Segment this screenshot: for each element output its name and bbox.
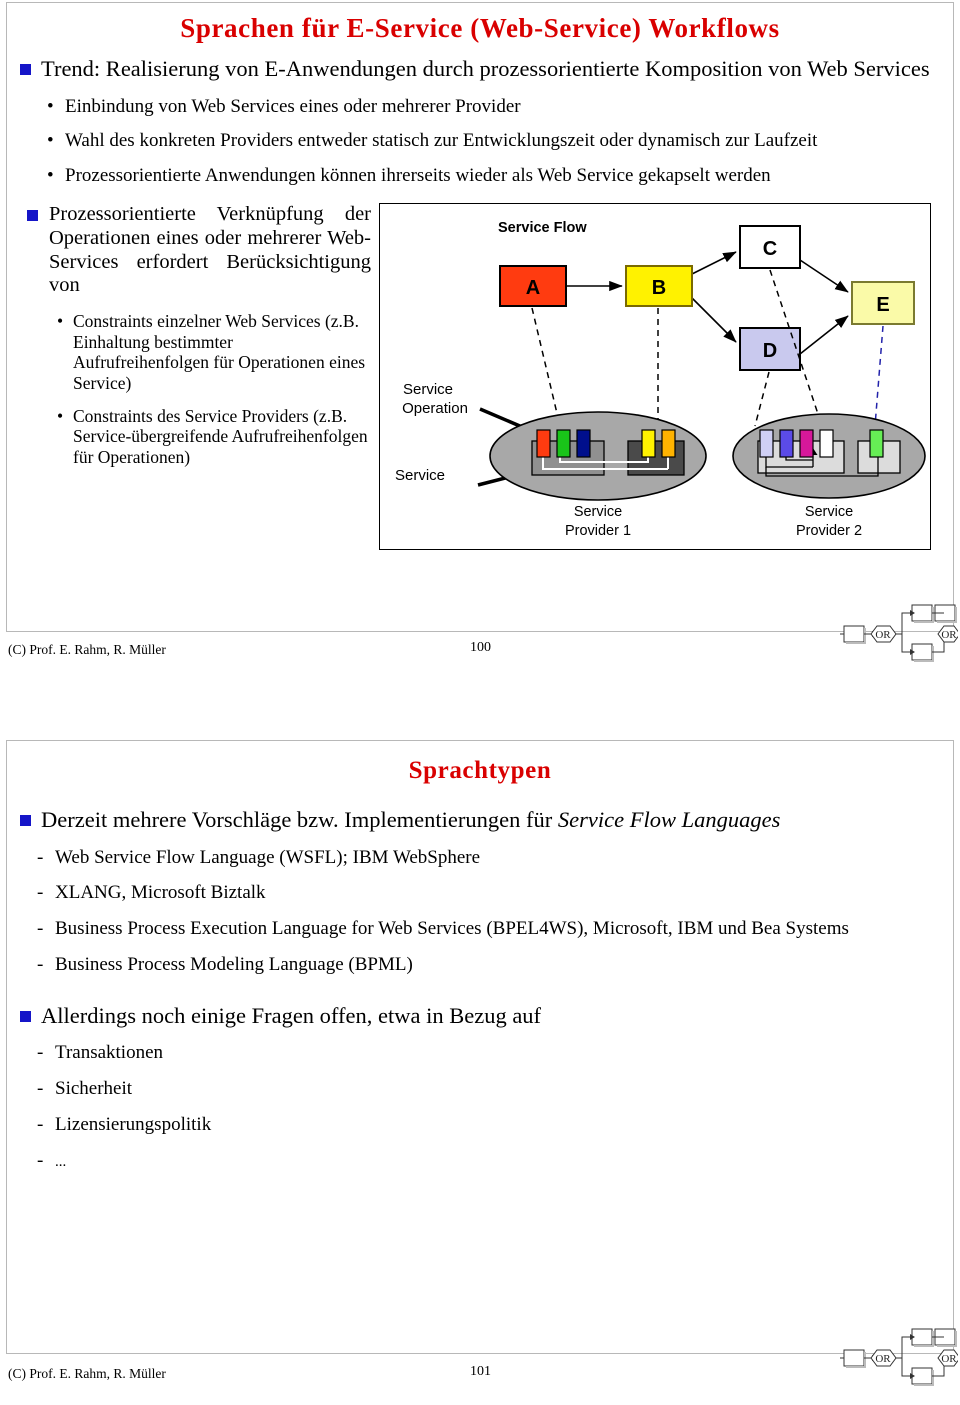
left-column-sub-bullet-2: • Constraints des Service Providers (z.B…: [21, 406, 371, 467]
slide-1-main-bullet-text: Trend: Realisierung von E-Anwendungen du…: [41, 56, 930, 81]
flow-node-c-label: C: [763, 238, 777, 260]
flow-node-d-label: D: [763, 340, 777, 362]
dash-bullet-icon: -: [37, 1042, 44, 1064]
left-column-sub-bullet-1: • Constraints einzelner Web Services (z.…: [21, 311, 371, 393]
provider-2-label-line2: Provider 2: [796, 523, 862, 539]
annotation-service-operation-line1: Service: [403, 381, 453, 398]
flow-node-e: E: [851, 281, 915, 326]
diagram-title: Service Flow: [498, 220, 587, 236]
slide-2-bullet-1-text-pre: Derzeit mehrere Vorschläge bzw. Implemen…: [41, 807, 558, 832]
slide-1-sub-bullet-2: • Wahl des konkreten Providers entweder …: [7, 130, 939, 152]
slide-1-sub-bullet-1-text: Einbindung von Web Services eines oder m…: [65, 95, 521, 117]
service-provider-1: Service Provider 1: [489, 411, 707, 539]
dash-bullet-icon: -: [37, 846, 44, 868]
or-label-2: OR: [941, 1353, 957, 1365]
or-hexagon-2: OR: [937, 1349, 960, 1367]
or-label-1: OR: [875, 629, 891, 641]
slide-1-columns: Prozessorientierte Verknüpfung der Opera…: [7, 203, 953, 558]
flow-node-b: B: [625, 265, 693, 308]
slide-1-sub-bullet-3: • Prozessorientierte Anwendungen können …: [7, 165, 939, 187]
mapping-lines: [531, 269, 884, 427]
dash-bullet-icon: -: [37, 918, 44, 940]
slide-2-item-3-text: Business Process Execution Language for …: [55, 918, 849, 940]
slide-1-footer: (C) Prof. E. Rahm, R. Müller 100 OR OR: [0, 604, 960, 674]
slide-2-footer: (C) Prof. E. Rahm, R. Müller 101 OR OR: [0, 1328, 960, 1398]
dot-bullet-icon: •: [47, 95, 54, 117]
slide-2-item-4-text: Business Process Modeling Language (BPML…: [55, 953, 413, 975]
slide-2-item-8: - ...: [7, 1150, 931, 1173]
slide-2-item-6: - Sicherheit: [7, 1078, 931, 1101]
service-provider-2: Service Provider 2: [732, 413, 926, 539]
or-hexagon-1: OR: [870, 625, 897, 643]
slide-1: Sprachen für E-Service (Web-Service) Wor…: [6, 2, 954, 632]
slide-2-logo: OR OR: [840, 1324, 960, 1393]
slide-2-item-1-text: Web Service Flow Language (WSFL); IBM We…: [55, 846, 481, 868]
slide-2-copyright: (C) Prof. E. Rahm, R. Müller: [8, 1366, 166, 1381]
slide-1-title: Sprachen für E-Service (Web-Service) Wor…: [180, 13, 780, 43]
slide-1-sub-bullet-3-text: Prozessorientierte Anwendungen können ih…: [65, 165, 771, 187]
slide-2-bullet-1-text-italic: Service Flow Languages: [557, 807, 781, 832]
slide-2-item-8-text: ...: [55, 1153, 67, 1170]
slide-1-main-bullet: Trend: Realisierung von E-Anwendungen du…: [7, 56, 939, 83]
dot-bullet-icon: •: [57, 311, 64, 332]
provider-1-label-line1: Service: [574, 504, 622, 520]
slide-2-title: Sprachtypen: [408, 757, 552, 784]
dash-bullet-icon: -: [37, 882, 44, 904]
dot-bullet-icon: •: [47, 165, 54, 187]
annotation-service-operation-line2: Operation: [402, 400, 468, 417]
slide-1-sub-bullet-1: • Einbindung von Web Services eines oder…: [7, 96, 939, 118]
dot-bullet-icon: •: [57, 406, 64, 427]
or-label-1: OR: [875, 1353, 891, 1365]
slide-1-sub-bullet-2-text: Wahl des konkreten Providers entweder st…: [65, 130, 818, 152]
slide-2-item-5-text: Transaktionen: [55, 1042, 164, 1064]
flow-node-c: C: [739, 225, 801, 270]
dot-bullet-icon: •: [47, 130, 54, 152]
dash-bullet-icon: -: [37, 1113, 44, 1135]
flow-node-e-label: E: [876, 294, 889, 316]
slide-2-item-2: - XLANG, Microsoft Biztalk: [7, 882, 931, 905]
provider-1-label-line2: Provider 1: [565, 523, 631, 539]
slide-1-page-number: 100: [470, 640, 491, 655]
slide-2-item-1: - Web Service Flow Language (WSFL); IBM …: [7, 847, 931, 870]
provider-2-label-line1: Service: [805, 504, 853, 520]
flow-node-a: A: [499, 265, 567, 308]
slide-1-logo: OR OR: [840, 600, 960, 669]
left-column-main-bullet-text: Prozessorientierte Verknüpfung der Opera…: [49, 203, 371, 297]
left-column-main-bullet: Prozessorientierte Verknüpfung der Opera…: [21, 203, 371, 298]
or-label-2: OR: [941, 629, 957, 641]
slide-2-item-3: - Business Process Execution Language fo…: [7, 918, 931, 941]
annotation-service: Service: [395, 467, 445, 484]
left-column-sub-bullet-2-text: Constraints des Service Providers (z.B. …: [73, 406, 368, 467]
left-column-sub-bullet-1-text: Constraints einzelner Web Services (z.B.…: [73, 311, 366, 393]
slide-1-copyright: (C) Prof. E. Rahm, R. Müller: [8, 642, 166, 657]
flow-node-b-label: B: [652, 277, 666, 299]
or-hexagon-1: OR: [870, 1349, 897, 1367]
square-bullet-icon: [27, 210, 38, 222]
slide-2: Sprachtypen Derzeit mehrere Vorschläge b…: [6, 740, 954, 1354]
dash-bullet-icon: -: [37, 1078, 44, 1100]
service-flow-diagram: Service Flow A B C D E Service Operation…: [379, 203, 931, 551]
flow-node-a-label: A: [526, 277, 540, 299]
slide-2-item-7: - Lizensierungspolitik: [7, 1114, 931, 1137]
slide-2-item-6-text: Sicherheit: [55, 1078, 133, 1100]
slide-2-item-7-text: Lizensierungspolitik: [55, 1113, 212, 1135]
slide-2-bullet-2-text: Allerdings noch einige Fragen offen, etw…: [41, 1002, 542, 1028]
slide-2-item-2-text: XLANG, Microsoft Biztalk: [55, 882, 266, 904]
slide-2-item-4: - Business Process Modeling Language (BP…: [7, 954, 931, 977]
dash-bullet-icon: -: [37, 1149, 44, 1171]
square-bullet-icon: [20, 1010, 31, 1022]
square-bullet-icon: [20, 815, 31, 826]
slide-2-bullet-1: Derzeit mehrere Vorschläge bzw. Implemen…: [7, 807, 939, 834]
slide-2-page-number: 101: [470, 1364, 491, 1379]
dash-bullet-icon: -: [37, 953, 44, 975]
square-bullet-icon: [20, 64, 31, 75]
slide-1-left-column: Prozessorientierte Verknüpfung der Opera…: [21, 203, 371, 467]
or-hexagon-2: OR: [937, 625, 960, 643]
flow-edges: [566, 251, 849, 355]
slide-2-bullet-2: Allerdings noch einige Fragen offen, etw…: [7, 1003, 939, 1030]
slide-2-item-5: - Transaktionen: [7, 1042, 931, 1065]
